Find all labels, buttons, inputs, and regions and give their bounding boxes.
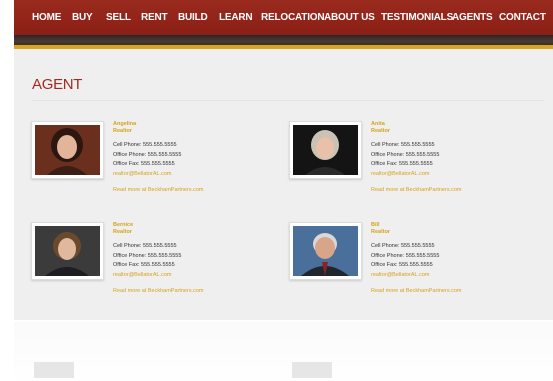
agent-email-link[interactable]: realtor@BellatorAL.com — [113, 271, 273, 281]
agent-portrait-image — [293, 226, 358, 276]
page-reflection — [14, 322, 553, 381]
office-phone-value: 555.555.5555 — [147, 151, 182, 158]
office-fax-value: 555.555.5555 — [399, 262, 433, 268]
agent-photo[interactable] — [289, 121, 362, 179]
office-phone-label: Office Phone: — [113, 151, 147, 158]
nav-item-learn[interactable]: LEARN — [219, 12, 253, 23]
office-phone: Office Phone: 555.555.5555 — [113, 252, 273, 262]
cell-phone-value: 555.555.5555 — [400, 243, 435, 249]
main-nav: HOME BUY SELL RENT BUILD LEARN RELOCATIO… — [14, 0, 553, 35]
agent-info: Anita Realtor Cell Phone: 555.555.5555 O… — [371, 121, 531, 193]
office-phone: Office Phone: 555.555.5555 — [371, 252, 531, 262]
office-phone-label: Office Phone: — [113, 252, 147, 259]
cell-phone-label: Cell Phone: — [113, 142, 142, 148]
agent-info: Bernice Realtor Cell Phone: 555.555.5555… — [113, 222, 273, 294]
agent-portrait-image — [35, 226, 100, 276]
cell-phone-label: Cell Phone: — [113, 243, 142, 249]
agent-info: Angelina Realtor Cell Phone: 555.555.555… — [113, 121, 273, 193]
office-fax: Office Fax: 555.555.5555 — [113, 261, 273, 271]
nav-item-buy[interactable]: BUY — [72, 12, 93, 23]
page-frame: HOME BUY SELL RENT BUILD LEARN RELOCATIO… — [14, 0, 553, 320]
cell-phone: Cell Phone: 555.555.5555 — [113, 141, 273, 151]
office-fax: Office Fax: 555.555.5555 — [371, 160, 531, 170]
office-fax-label: Office Fax: — [113, 161, 140, 167]
agent-role: Realtor — [113, 128, 132, 134]
reflection-photo — [34, 362, 74, 378]
read-more-link[interactable]: Read more at BeckhamPartners.com — [113, 187, 273, 193]
office-phone: Office Phone: 555.555.5555 — [371, 151, 531, 161]
agent-email-link[interactable]: realtor@BellatorAL.com — [371, 271, 531, 281]
office-fax: Office Fax: 555.555.5555 — [371, 261, 531, 271]
agent-portrait-image — [293, 125, 358, 175]
agent-email-link[interactable]: realtor@BellatorAL.com — [371, 170, 531, 180]
office-phone-value: 555.555.5555 — [405, 151, 440, 158]
office-phone-value: 555.555.5555 — [405, 252, 440, 259]
agent-info: Bill Realtor Cell Phone: 555.555.5555 Of… — [371, 222, 531, 294]
read-more-link[interactable]: Read more at BeckhamPartners.com — [371, 187, 531, 193]
nav-item-home[interactable]: HOME — [32, 12, 61, 23]
read-more-link[interactable]: Read more at BeckhamPartners.com — [113, 288, 273, 294]
reflection-photo — [292, 362, 332, 378]
cell-phone-value: 555.555.5555 — [400, 142, 435, 148]
nav-item-about-us[interactable]: ABOUT US — [324, 12, 375, 23]
agent-name[interactable]: Bernice — [113, 222, 273, 229]
read-more-link[interactable]: Read more at BeckhamPartners.com — [371, 288, 531, 294]
agent-portrait-image — [35, 125, 100, 175]
agent-name[interactable]: Anita — [371, 121, 531, 128]
agent-photo[interactable] — [289, 222, 362, 280]
agent-photo[interactable] — [31, 121, 104, 179]
office-phone-label: Office Phone: — [371, 252, 405, 259]
nav-item-build[interactable]: BUILD — [178, 12, 208, 23]
office-fax-value: 555.555.5555 — [141, 262, 175, 268]
agent-role: Realtor — [371, 229, 390, 235]
agent-name[interactable]: Bill — [371, 222, 531, 229]
office-phone: Office Phone: 555.555.5555 — [113, 151, 273, 161]
cell-phone-value: 555.555.5555 — [142, 243, 177, 249]
title-divider — [32, 100, 544, 101]
nav-item-rent[interactable]: RENT — [141, 12, 168, 23]
page-title: AGENT — [32, 76, 83, 93]
office-fax: Office Fax: 555.555.5555 — [113, 160, 273, 170]
nav-item-contact[interactable]: CONTACT — [499, 12, 546, 23]
nav-item-testimonials[interactable]: TESTIMONIALS — [381, 12, 453, 23]
cell-phone: Cell Phone: 555.555.5555 — [113, 242, 273, 252]
agent-role: Realtor — [113, 229, 132, 235]
agent-name[interactable]: Angelina — [113, 121, 273, 128]
nav-item-relocation[interactable]: RELOCATION — [261, 12, 325, 23]
gold-divider — [14, 45, 553, 49]
agent-role: Realtor — [371, 128, 390, 134]
office-fax-label: Office Fax: — [371, 161, 398, 167]
cell-phone-label: Cell Phone: — [371, 243, 400, 249]
nav-item-sell[interactable]: SELL — [106, 12, 131, 23]
office-fax-value: 555.555.5555 — [141, 161, 175, 167]
office-phone-value: 555.555.5555 — [147, 252, 182, 259]
cell-phone-value: 555.555.5555 — [142, 142, 177, 148]
nav-item-agents[interactable]: AGENTS — [452, 12, 493, 23]
cell-phone: Cell Phone: 555.555.5555 — [371, 141, 531, 151]
office-fax-label: Office Fax: — [113, 262, 140, 268]
header-band — [14, 35, 553, 45]
office-phone-label: Office Phone: — [371, 151, 405, 158]
office-fax-value: 555.555.5555 — [399, 161, 433, 167]
cell-phone-label: Cell Phone: — [371, 142, 400, 148]
office-fax-label: Office Fax: — [371, 262, 398, 268]
agent-photo[interactable] — [31, 222, 104, 280]
agent-email-link[interactable]: realtor@BellatorAL.com — [113, 170, 273, 180]
reflection-surface — [14, 322, 553, 381]
cell-phone: Cell Phone: 555.555.5555 — [371, 242, 531, 252]
